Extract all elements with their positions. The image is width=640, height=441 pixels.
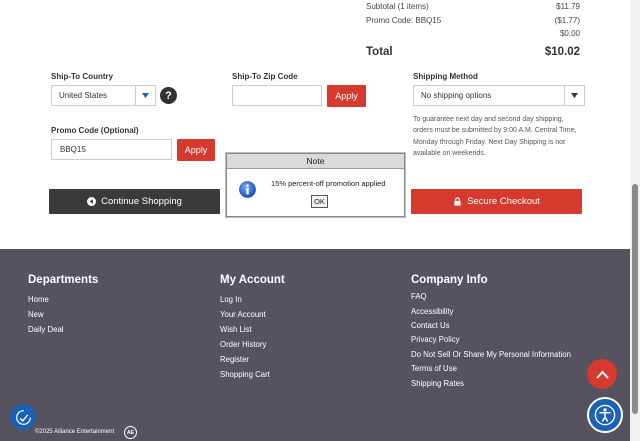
page-scrollbar-thumb[interactable] — [632, 184, 638, 414]
promo-label: Promo Code (Optional) — [51, 126, 139, 135]
secure-checkout-button[interactable]: Secure Checkout — [411, 189, 582, 214]
copyright-text: ©2025 Alliance Entertainment — [35, 429, 115, 435]
promo-row: Promo Code: BBQ15 ($1.77) — [366, 14, 580, 28]
footer-link-privacy-policy[interactable]: Privacy Policy — [411, 335, 460, 344]
account-heading: My Account — [220, 274, 285, 286]
footer-link-contact-us[interactable]: Contact Us — [411, 321, 450, 330]
country-label: Ship-To Country — [51, 72, 114, 81]
site-footer: Departments Home New Daily Deal My Accou… — [0, 249, 640, 441]
promo-input[interactable]: BBQ15 — [51, 139, 172, 160]
accessibility-widget-button[interactable] — [10, 404, 36, 430]
dialog-ok-button[interactable]: OK — [311, 195, 328, 208]
continue-shopping-button[interactable]: Continue Shopping — [49, 189, 220, 214]
subtotal-label: Subtotal (1 items) — [366, 2, 429, 12]
subtotal-value: $11.79 — [556, 2, 580, 12]
footer-link-terms-of-use[interactable]: Terms of Use — [411, 364, 457, 373]
footer-link-order-history[interactable]: Order History — [220, 340, 266, 349]
footer-link-shipping-rates[interactable]: Shipping Rates — [411, 379, 464, 388]
scroll-to-top-button[interactable] — [587, 359, 617, 389]
footer-link-daily-deal[interactable]: Daily Deal — [28, 325, 64, 334]
zip-input[interactable] — [232, 85, 322, 106]
secure-checkout-label: Secure Checkout — [467, 196, 540, 207]
extra-value: $0.00 — [559, 29, 580, 39]
subtotal-row: Subtotal (1 items) $11.79 — [366, 0, 580, 14]
help-icon[interactable]: ? — [160, 87, 177, 104]
accessibility-hand-icon — [15, 409, 31, 425]
chevron-down-icon — [564, 86, 584, 105]
note-dialog: Note 15% percent-off promotion applied O… — [226, 153, 405, 217]
shipping-select[interactable]: No shipping options — [413, 85, 585, 106]
promo-summary-value: ($1.77) — [554, 15, 580, 25]
chevron-up-icon — [595, 370, 609, 379]
footer-link-new[interactable]: New — [28, 310, 44, 319]
arrow-left-circle-icon — [87, 197, 97, 206]
footer-link-faq[interactable]: FAQ — [411, 292, 427, 301]
promo-apply-button[interactable]: Apply — [177, 139, 215, 161]
departments-heading: Departments — [28, 274, 99, 286]
promo-summary-label: Promo Code: BBQ15 — [366, 15, 442, 25]
info-icon — [239, 181, 256, 198]
shipping-note: To guarantee next day and second day shi… — [413, 116, 577, 157]
alliance-logo: AE — [124, 426, 137, 439]
dialog-title: Note — [227, 154, 404, 169]
footer-link-your-account[interactable]: Your Account — [220, 310, 266, 319]
continue-shopping-label: Continue Shopping — [101, 196, 182, 207]
country-select-value: United States — [59, 91, 108, 100]
chevron-down-icon — [135, 86, 155, 105]
total-row: Total $10.02 — [366, 46, 580, 60]
footer-link-do-not-sell[interactable]: Do Not Sell Or Share My Personal Informa… — [411, 350, 571, 359]
total-value: $10.02 — [544, 46, 580, 59]
company-heading: Company Info — [411, 274, 488, 286]
dialog-message: 15% percent-off promotion applied — [271, 179, 386, 188]
extra-row: $0.00 — [366, 27, 580, 41]
zip-apply-button[interactable]: Apply — [327, 85, 366, 107]
footer-link-wish-list[interactable]: Wish List — [220, 325, 252, 334]
footer-link-register[interactable]: Register — [220, 355, 249, 364]
accessibility-person-icon — [594, 404, 616, 426]
lock-icon — [454, 197, 461, 206]
shipping-label: Shipping Method — [413, 72, 478, 81]
footer-link-log-in[interactable]: Log In — [220, 295, 242, 304]
total-label: Total — [366, 46, 393, 59]
accessibility-menu-button[interactable] — [587, 397, 623, 433]
footer-link-accessibility[interactable]: Accessibility — [411, 307, 453, 316]
zip-label: Ship-To Zip Code — [232, 72, 298, 81]
order-summary: Subtotal (1 items) $11.79 Promo Code: BB… — [366, 0, 580, 59]
footer-link-home[interactable]: Home — [28, 295, 49, 304]
country-select[interactable]: United States — [51, 85, 156, 106]
shipping-select-value: No shipping options — [421, 91, 492, 100]
footer-link-shopping-cart[interactable]: Shopping Cart — [220, 370, 270, 379]
